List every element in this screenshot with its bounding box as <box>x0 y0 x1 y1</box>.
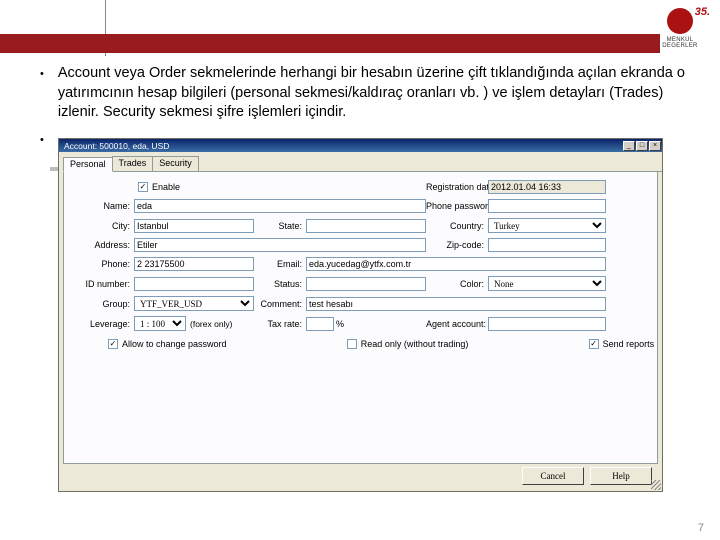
phonepw-label: Phone password: <box>426 201 488 211</box>
country-select[interactable]: Turkey <box>488 218 606 233</box>
leverage-select[interactable]: 1 : 100 <box>134 316 186 331</box>
readonly-checkbox[interactable] <box>347 339 357 349</box>
tab-trades[interactable]: Trades <box>112 156 154 171</box>
regdate-label: Registration date: <box>426 182 488 192</box>
city-label: City: <box>70 221 134 231</box>
account-dialog: Account: 500010, eda, USD _ □ × Personal… <box>58 138 663 492</box>
logo-years: 35. <box>695 6 710 18</box>
status-field[interactable] <box>306 277 426 291</box>
id-label: ID number: <box>70 279 134 289</box>
cancel-button[interactable]: Cancel <box>522 467 584 485</box>
phone-field[interactable] <box>134 257 254 271</box>
color-select[interactable]: None <box>488 276 606 291</box>
regdate-field <box>488 180 606 194</box>
allow-change-password-row[interactable]: Allow to change password <box>108 339 227 349</box>
taxrate-label: Tax rate: <box>254 319 306 329</box>
color-label: Color: <box>426 279 488 289</box>
name-label: Name: <box>70 201 134 211</box>
group-label: Group: <box>70 299 134 309</box>
leverage-label: Leverage: <box>70 319 134 329</box>
state-label: State: <box>254 221 306 231</box>
allow-pw-label: Allow to change password <box>122 339 227 349</box>
personal-panel: Enable Registration date: Name: Phone pa… <box>63 172 658 464</box>
phonepw-field[interactable] <box>488 199 606 213</box>
email-field[interactable] <box>306 257 606 271</box>
header-red-bar <box>0 34 660 53</box>
dialog-tabs: Personal Trades Security <box>63 156 662 172</box>
percent-sign: % <box>334 319 344 329</box>
country-label: Country: <box>426 221 488 231</box>
forex-only-text: (forex only) <box>186 319 233 329</box>
logo-brand-text: MENKUL DEGERLER <box>650 37 710 49</box>
slide-bullet-1: • Account veya Order sekmelerinde herhan… <box>40 64 695 123</box>
email-label: Email: <box>254 259 306 269</box>
bullet-icon: • <box>40 67 44 123</box>
id-field[interactable] <box>134 277 254 291</box>
help-button[interactable]: Help <box>590 467 652 485</box>
enable-checkbox[interactable] <box>138 182 148 192</box>
address-label: Address: <box>70 240 134 250</box>
dialog-title: Account: 500010, eda, USD <box>64 141 169 151</box>
phone-label: Phone: <box>70 259 134 269</box>
page-number: 7 <box>698 522 704 534</box>
dialog-titlebar[interactable]: Account: 500010, eda, USD _ □ × <box>59 139 662 152</box>
city-field[interactable] <box>134 219 254 233</box>
agent-field[interactable] <box>488 317 606 331</box>
send-reports-row[interactable]: Send reports <box>589 339 655 349</box>
tab-personal[interactable]: Personal <box>63 157 113 172</box>
state-field[interactable] <box>306 219 426 233</box>
tab-security[interactable]: Security <box>152 156 199 171</box>
send-reports-checkbox[interactable] <box>589 339 599 349</box>
maximize-button[interactable]: □ <box>636 141 648 151</box>
name-field[interactable] <box>134 199 426 213</box>
comment-label: Comment: <box>254 299 306 309</box>
brand-logo: 35. MENKUL DEGERLER <box>650 6 710 50</box>
taxrate-field[interactable] <box>306 317 334 331</box>
close-button[interactable]: × <box>649 141 661 151</box>
minimize-button[interactable]: _ <box>623 141 635 151</box>
bullet-icon: • <box>40 134 44 146</box>
resize-grip-icon[interactable] <box>651 480 661 490</box>
allow-pw-checkbox[interactable] <box>108 339 118 349</box>
comment-field[interactable] <box>306 297 606 311</box>
readonly-label: Read only (without trading) <box>361 339 469 349</box>
slide-bullet-text: Account veya Order sekmelerinde herhangi… <box>58 64 695 123</box>
send-reports-label: Send reports <box>603 339 655 349</box>
group-select[interactable]: YTF_VER_USD <box>134 296 254 311</box>
zip-field[interactable] <box>488 238 606 252</box>
status-label: Status: <box>254 279 306 289</box>
agent-label: Agent account: <box>426 319 488 329</box>
zip-label: Zip-code: <box>426 240 488 250</box>
readonly-row[interactable]: Read only (without trading) <box>347 339 469 349</box>
enable-label: Enable <box>152 182 180 192</box>
address-field[interactable] <box>134 238 426 252</box>
